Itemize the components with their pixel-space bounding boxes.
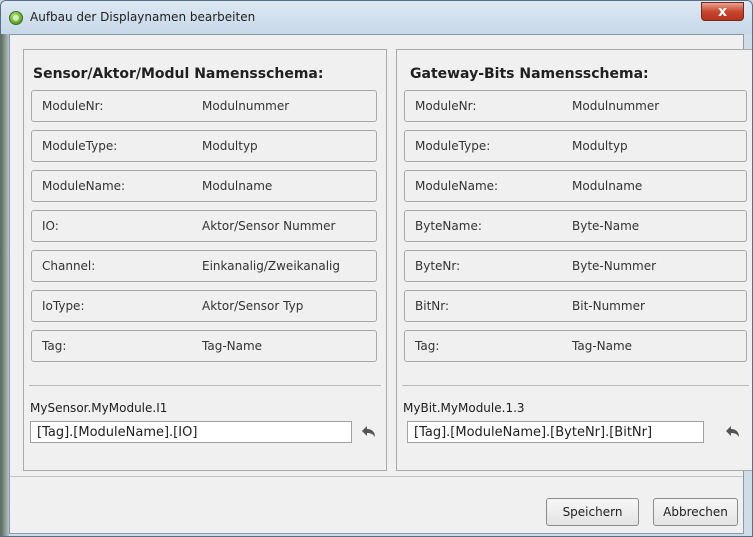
panel-heading: Gateway-Bits Namensschema:	[410, 66, 649, 82]
row-key: ModuleType:	[415, 139, 491, 153]
panel-separator	[29, 385, 381, 386]
sensor-schema-panel: Sensor/Aktor/Modul Namensschema: ModuleN…	[23, 49, 387, 471]
row-value: Tag-Name	[202, 339, 263, 353]
row-value: Aktor/Sensor Nummer	[202, 219, 336, 233]
preview-label: MySensor.MyModule.I1	[30, 401, 168, 415]
row-value: Byte-Nummer	[572, 259, 657, 273]
schema-row-modulename[interactable]: ModuleName: Modulname	[404, 170, 747, 202]
row-key: ByteName:	[415, 219, 482, 233]
app-logo-icon	[9, 11, 23, 25]
row-key: Channel:	[42, 259, 96, 273]
title-bar[interactable]: Aufbau der Displaynamen bearbeiten x	[1, 1, 752, 34]
undo-icon[interactable]	[358, 422, 378, 442]
schema-row-tag[interactable]: Tag: Tag-Name	[31, 330, 377, 362]
schema-row-modulename[interactable]: ModuleName: Modulname	[31, 170, 377, 202]
schema-row-bytename[interactable]: ByteName: Byte-Name	[404, 210, 747, 242]
row-key: IoType:	[42, 299, 85, 313]
row-value: Byte-Name	[572, 219, 640, 233]
undo-icon[interactable]	[722, 422, 742, 442]
schema-row-moduletype[interactable]: ModuleType: Modultyp	[31, 130, 377, 162]
schema-row-bitnr[interactable]: BitNr: Bit-Nummer	[404, 290, 747, 322]
close-button[interactable]: x	[701, 2, 744, 21]
row-value: Modultyp	[202, 139, 258, 153]
window-left-edge	[1, 34, 9, 536]
row-value: Modulname	[572, 179, 643, 193]
row-key: ModuleName:	[415, 179, 499, 193]
preview-label: MyBit.MyModule.1.3	[403, 401, 525, 415]
gateway-schema-panel: Gateway-Bits Namensschema: ModuleNr: Mod…	[396, 49, 752, 471]
row-value: Einkanalig/Zweikanalig	[202, 259, 340, 273]
row-key: ModuleNr:	[42, 99, 104, 113]
schema-row-modulenr[interactable]: ModuleNr: Modulnummer	[404, 90, 747, 122]
row-value: Modulnummer	[572, 99, 660, 113]
save-button[interactable]: Speichern	[546, 498, 639, 526]
row-key: ByteNr:	[415, 259, 461, 273]
panel-separator	[402, 385, 749, 386]
row-value: Aktor/Sensor Typ	[202, 299, 304, 313]
dialog-content: Sensor/Aktor/Modul Namensschema: ModuleN…	[9, 34, 752, 534]
schema-row-io[interactable]: IO: Aktor/Sensor Nummer	[31, 210, 377, 242]
schema-row-moduletype[interactable]: ModuleType: Modultyp	[404, 130, 747, 162]
row-value: Tag-Name	[572, 339, 633, 353]
row-key: BitNr:	[415, 299, 450, 313]
row-key: Tag:	[42, 339, 67, 353]
row-value: Modulnummer	[202, 99, 290, 113]
footer-separator	[10, 476, 743, 477]
window-title: Aufbau der Displaynamen bearbeiten	[30, 10, 256, 24]
schema-row-tag[interactable]: Tag: Tag-Name	[404, 330, 747, 362]
schema-row-channel[interactable]: Channel: Einkanalig/Zweikanalig	[31, 250, 377, 282]
sensor-pattern-input[interactable]	[30, 421, 352, 443]
row-key: ModuleNr:	[415, 99, 477, 113]
gateway-pattern-input[interactable]	[407, 421, 704, 443]
row-value: Modultyp	[572, 139, 628, 153]
row-key: ModuleType:	[42, 139, 118, 153]
schema-row-modulenr[interactable]: ModuleNr: Modulnummer	[31, 90, 377, 122]
cancel-button[interactable]: Abbrechen	[653, 498, 738, 526]
schema-row-iotype[interactable]: IoType: Aktor/Sensor Typ	[31, 290, 377, 322]
schema-row-bytenr[interactable]: ByteNr: Byte-Nummer	[404, 250, 747, 282]
row-key: IO:	[42, 219, 59, 233]
row-key: ModuleName:	[42, 179, 126, 193]
row-key: Tag:	[415, 339, 440, 353]
dialog-window: Aufbau der Displaynamen bearbeiten x Sen…	[0, 0, 753, 537]
row-value: Bit-Nummer	[572, 299, 645, 313]
panel-heading: Sensor/Aktor/Modul Namensschema:	[33, 66, 324, 82]
row-value: Modulname	[202, 179, 273, 193]
